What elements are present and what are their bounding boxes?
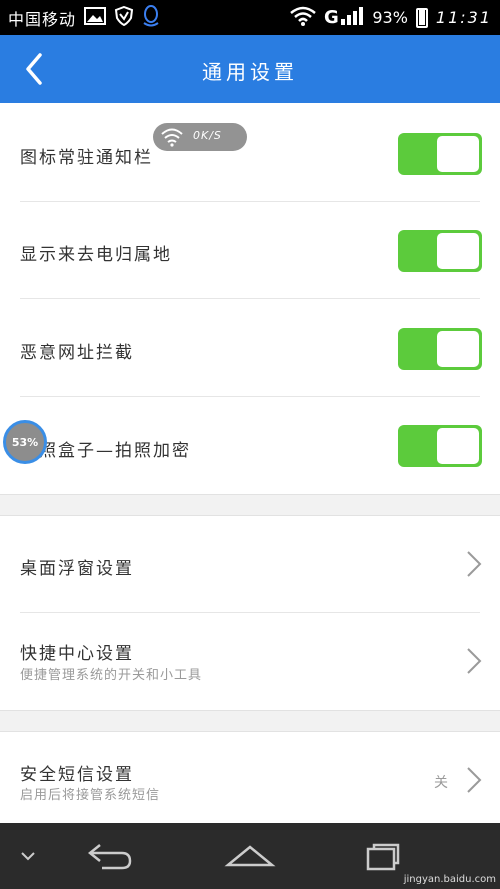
setting-description: 启用后将接管系统短信 [20, 788, 161, 803]
setting-description: 便捷管理系统的开关和小工具 [20, 668, 203, 683]
network-speed-indicator[interactable]: 0K/S [153, 123, 247, 151]
chevron-right-icon [467, 648, 482, 674]
chevron-right-icon [467, 551, 482, 577]
setting-row-quick-center[interactable]: 快捷中心设置 便捷管理系统的开关和小工具 [0, 612, 500, 710]
qq-icon [142, 4, 160, 31]
recents-nav-button[interactable] [366, 843, 400, 871]
setting-value: 关 [434, 775, 448, 791]
chevron-right-icon [467, 767, 482, 793]
setting-label: 图标常驻通知栏 [20, 148, 153, 168]
setting-label: 快捷中心设置 [20, 644, 134, 664]
setting-row-floating-window[interactable]: 桌面浮窗设置 [0, 516, 500, 612]
photo-encryption-toggle[interactable] [398, 425, 482, 467]
image-icon [84, 6, 107, 29]
section-separator [0, 710, 500, 732]
setting-row-secure-sms[interactable]: 安全短信设置 启用后将接管系统短信 关 [0, 732, 500, 823]
signal-icon: G [324, 5, 364, 31]
shield-icon [114, 5, 134, 30]
setting-label: 安全短信设置 [20, 765, 134, 785]
malicious-url-toggle[interactable] [398, 328, 482, 370]
hide-nav-button[interactable] [20, 851, 36, 861]
battery-percent: 93% [372, 8, 408, 27]
watermark-text: jingyan.baidu.com [403, 874, 496, 885]
home-nav-button[interactable] [224, 843, 276, 869]
sms-settings-group: 安全短信设置 启用后将接管系统短信 关 [0, 732, 500, 823]
svg-text:G: G [324, 7, 339, 27]
notification-icon-toggle[interactable] [398, 133, 482, 175]
status-bar: 中国移动 G 93% 11:31 [0, 0, 500, 35]
title-bar: 通用设置 [0, 35, 500, 103]
back-nav-button[interactable] [86, 841, 134, 871]
carrier-label: 中国移动 [8, 9, 77, 29]
navigation-settings-group: 桌面浮窗设置 快捷中心设置 便捷管理系统的开关和小工具 [0, 516, 500, 710]
caller-location-toggle[interactable] [398, 230, 482, 272]
setting-row-caller-location[interactable]: 显示来去电归属地 [0, 201, 500, 298]
memory-percent: 53% [11, 436, 39, 449]
page-title: 通用设置 [202, 60, 298, 84]
setting-row-photo-encryption[interactable]: 拍照盒子—拍照加密 [0, 396, 500, 494]
wifi-icon [290, 6, 317, 30]
battery-icon [415, 7, 428, 28]
setting-label: 恶意网址拦截 [20, 343, 134, 363]
wifi-icon [161, 128, 183, 147]
setting-row-notification-icon[interactable]: 图标常驻通知栏 [0, 103, 500, 201]
setting-label: 桌面浮窗设置 [20, 559, 134, 579]
network-speed-text: 0K/S [193, 129, 222, 142]
memory-float-ball[interactable]: 53% [3, 420, 47, 464]
toggle-settings-group: 图标常驻通知栏 显示来去电归属地 恶意网址拦截 拍照盒子—拍照加密 [0, 103, 500, 494]
setting-row-malicious-url[interactable]: 恶意网址拦截 [0, 298, 500, 396]
system-nav-bar: jingyan.baidu.com [0, 823, 500, 889]
clock: 11:31 [435, 8, 492, 27]
setting-label: 显示来去电归属地 [20, 245, 172, 265]
section-separator [0, 494, 500, 516]
